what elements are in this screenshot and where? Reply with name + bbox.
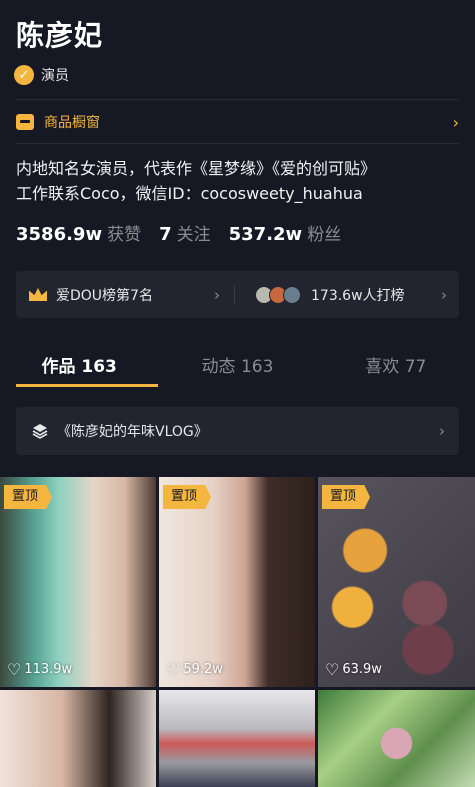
- video-thumbnail[interactable]: 置顶 ♡ 63.9w: [318, 477, 475, 687]
- tab-likes[interactable]: 喜欢 77: [317, 340, 475, 387]
- support-rank-link[interactable]: 173.6w人打榜 ›: [235, 285, 459, 305]
- bio: 内地知名女演员，代表作《星梦缘》《爱的创可贴》 工作联系Coco，微信ID：co…: [16, 156, 459, 206]
- heart-icon: ♡: [166, 660, 181, 679]
- chevron-right-icon: ›: [214, 285, 220, 304]
- likes-count: 3586.9w: [16, 224, 103, 245]
- shop-icon: [16, 114, 34, 130]
- profile-tabs: 作品 163 动态 163 喜欢 77: [0, 340, 475, 387]
- verified-row: ✓ 演员: [14, 65, 69, 85]
- shop-label: 商品橱窗: [44, 115, 100, 131]
- dou-rank-label: 爱DOU榜第7名: [56, 287, 153, 304]
- video-likes-count: 59.2w: [183, 662, 223, 677]
- video-thumbnail[interactable]: [0, 690, 156, 787]
- divider: [16, 99, 459, 100]
- pinned-badge: 置顶: [322, 485, 371, 509]
- verified-check-icon: ✓: [14, 65, 34, 85]
- video-thumbnail[interactable]: [318, 690, 475, 787]
- video-thumbnail[interactable]: 置顶 ♡ 59.2w: [159, 477, 315, 687]
- video-grid: 置顶 ♡ 113.9w 置顶 ♡ 59.2w 置顶 ♡ 63.9w: [0, 477, 475, 787]
- pinned-badge: 置顶: [163, 485, 212, 509]
- crown-icon: [29, 288, 47, 301]
- followers-count[interactable]: 537.2w: [229, 224, 303, 245]
- video-thumbnail[interactable]: [159, 690, 315, 787]
- tab-works[interactable]: 作品 163: [0, 340, 159, 387]
- likes-label: 获赞: [107, 225, 142, 245]
- divider: [16, 143, 459, 144]
- supporter-avatars: [255, 285, 301, 304]
- chevron-right-icon: ›: [452, 112, 459, 132]
- shop-window-link[interactable]: 商品橱窗 ›: [16, 108, 459, 136]
- video-likes: ♡ 63.9w: [325, 660, 382, 679]
- heart-icon: ♡: [325, 660, 340, 679]
- chevron-right-icon: ›: [441, 285, 447, 304]
- collection-label: 《陈彦妃的年味VLOG》: [57, 424, 208, 440]
- video-likes-count: 113.9w: [24, 662, 73, 677]
- video-likes: ♡ 59.2w: [166, 660, 223, 679]
- stats-row: 3586.9w 获赞 7 关注 537.2w 粉丝: [16, 220, 359, 245]
- pinned-badge: 置顶: [4, 485, 53, 509]
- profile-name: 陈彦妃: [16, 19, 104, 52]
- video-likes: ♡ 113.9w: [7, 660, 72, 679]
- bio-line: 内地知名女演员，代表作《星梦缘》《爱的创可贴》: [16, 159, 377, 178]
- chevron-right-icon: ›: [439, 422, 445, 440]
- video-likes-count: 63.9w: [342, 662, 382, 677]
- layers-icon: [32, 424, 48, 439]
- dou-rank-link[interactable]: 爱DOU榜第7名 ›: [16, 285, 234, 305]
- following-label[interactable]: 关注: [177, 220, 211, 245]
- following-count[interactable]: 7: [159, 224, 172, 245]
- verified-label: 演员: [41, 68, 69, 84]
- bio-line: 工作联系Coco，微信ID：cocosweety_huahua: [16, 184, 363, 203]
- collection-link[interactable]: 《陈彦妃的年味VLOG》 ›: [16, 407, 459, 455]
- rank-bar: 爱DOU榜第7名 › 173.6w人打榜 ›: [16, 271, 459, 318]
- video-thumbnail[interactable]: 置顶 ♡ 113.9w: [0, 477, 156, 687]
- followers-label[interactable]: 粉丝: [307, 220, 341, 245]
- tab-dynamics[interactable]: 动态 163: [158, 340, 316, 387]
- heart-icon: ♡: [7, 660, 22, 679]
- avatar: [283, 285, 301, 304]
- support-count-label: 173.6w人打榜: [311, 287, 405, 304]
